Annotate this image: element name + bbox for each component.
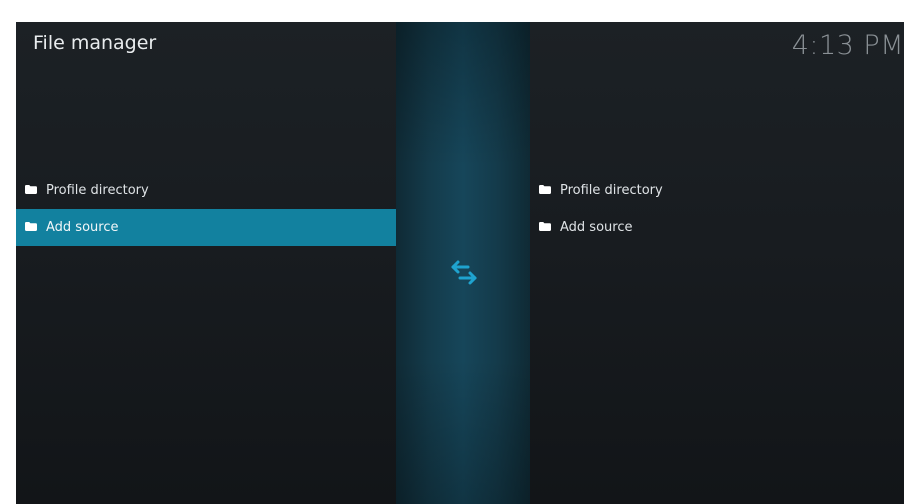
- folder-icon: [539, 222, 551, 231]
- left-item-profile-directory[interactable]: Profile directory: [16, 172, 396, 209]
- clock: 4:13 PM: [791, 30, 904, 61]
- list-item-label: Add source: [560, 220, 633, 235]
- folder-icon: [25, 185, 37, 194]
- right-item-profile-directory[interactable]: Profile directory: [530, 172, 904, 209]
- left-pane: File manager Profile directory Add sourc…: [16, 22, 396, 504]
- list-item-label: Profile directory: [560, 183, 663, 198]
- file-manager-window: File manager Profile directory Add sourc…: [16, 22, 904, 504]
- list-item-label: Profile directory: [46, 183, 149, 198]
- right-item-add-source[interactable]: Add source: [530, 209, 904, 246]
- window-title: File manager: [33, 32, 157, 54]
- folder-icon: [25, 222, 37, 231]
- list-item-label: Add source: [46, 220, 119, 235]
- left-file-list: Profile directory Add source: [16, 172, 396, 246]
- right-pane: 4:13 PM Profile directory Add source: [530, 22, 904, 504]
- right-file-list: Profile directory Add source: [530, 172, 904, 246]
- folder-icon: [539, 185, 551, 194]
- center-divider: [396, 22, 530, 504]
- left-item-add-source[interactable]: Add source: [16, 209, 396, 246]
- swap-arrows-icon[interactable]: [449, 259, 479, 287]
